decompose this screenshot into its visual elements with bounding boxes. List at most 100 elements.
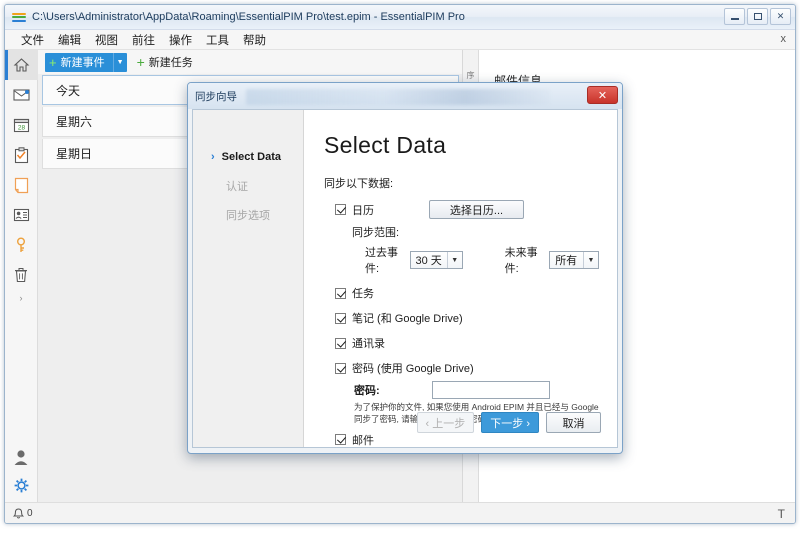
user-icon xyxy=(13,449,29,466)
dialog-heading: Select Data xyxy=(324,132,599,159)
rail-expand-icon[interactable]: › xyxy=(20,293,23,303)
checkbox-box-icon xyxy=(335,363,346,374)
checkbox-label: 任务 xyxy=(352,285,374,301)
past-events-value: 30 天 xyxy=(416,252,447,268)
dialog-body: › Select Data 认证 同步选项 Select Data 同步以下数据… xyxy=(192,109,618,448)
checkbox-label: 日历 xyxy=(352,202,374,218)
sync-wizard-dialog: 同步向导 ✕ › Select Data 认证 同步选项 Select Data… xyxy=(187,82,623,454)
password-input[interactable] xyxy=(432,381,550,399)
menu-item-help[interactable]: 帮助 xyxy=(236,30,273,50)
rail-item-tasks[interactable] xyxy=(5,140,38,170)
toolbar: + 新建事件 ▼ + 新建任务 xyxy=(38,50,462,74)
menubar-close-icon[interactable]: x xyxy=(781,33,787,45)
home-icon xyxy=(13,57,30,73)
checkbox-label: 通讯录 xyxy=(352,335,385,351)
notification-count: 0 xyxy=(27,508,33,519)
rail-item-settings[interactable] xyxy=(14,478,29,498)
checkbox-contacts[interactable]: 通讯录 xyxy=(335,335,599,351)
new-event-dropdown-icon[interactable]: ▼ xyxy=(113,53,127,72)
minimize-button[interactable] xyxy=(724,8,745,25)
calendar-icon: 28 xyxy=(13,117,30,133)
close-window-button[interactable]: ✕ xyxy=(770,8,791,25)
next-button[interactable]: 下一步 › xyxy=(481,412,539,433)
checkbox-label: 密码 (使用 Google Drive) xyxy=(352,360,474,376)
rail-item-mail[interactable] xyxy=(5,80,38,110)
checkbox-mail[interactable]: 邮件 xyxy=(335,432,599,448)
chevron-down-icon: ▼ xyxy=(583,252,598,268)
svg-text:28: 28 xyxy=(17,124,25,131)
status-bar: 0 T xyxy=(5,502,795,524)
window-controls: ✕ xyxy=(724,8,791,25)
past-events-label: 过去事件: xyxy=(365,244,405,276)
rail-item-trash[interactable] xyxy=(5,260,38,290)
dialog-title: 同步向导 xyxy=(195,89,237,104)
rail-item-user[interactable] xyxy=(13,449,29,471)
app-logo-icon xyxy=(12,12,26,23)
status-right-icon[interactable]: T xyxy=(778,507,784,521)
plus-icon: + xyxy=(137,55,145,69)
step-label: 认证 xyxy=(226,178,248,194)
tasks-icon xyxy=(14,147,29,164)
notification-status[interactable]: 0 xyxy=(13,508,33,520)
checkbox-box-icon xyxy=(335,313,346,324)
sync-range-label: 同步范围: xyxy=(352,224,599,240)
rail-item-passwords[interactable] xyxy=(5,230,38,260)
checkbox-passwords[interactable]: 密码 (使用 Google Drive) xyxy=(335,360,599,376)
menu-item-actions[interactable]: 操作 xyxy=(162,30,199,50)
title-bar: C:\Users\Administrator\AppData\Roaming\E… xyxy=(5,5,795,30)
application-window: C:\Users\Administrator\AppData\Roaming\E… xyxy=(4,4,796,524)
dialog-subtitle: 同步以下数据: xyxy=(324,175,599,191)
password-label: 密码: xyxy=(354,382,432,398)
contacts-icon xyxy=(13,208,30,222)
checkbox-label: 邮件 xyxy=(352,432,374,448)
plus-icon: + xyxy=(49,56,57,69)
sync-range-row: 过去事件: 30 天 ▼ 未来事件: 所有 ▼ xyxy=(365,244,599,276)
cancel-button[interactable]: 取消 xyxy=(546,412,601,433)
new-task-button[interactable]: + 新建任务 xyxy=(137,54,193,70)
future-events-value: 所有 xyxy=(555,252,583,268)
menu-item-view[interactable]: 视图 xyxy=(88,30,125,50)
chevron-right-icon: › xyxy=(211,151,215,163)
step-label: Select Data xyxy=(222,151,281,163)
password-row: 密码: xyxy=(354,381,599,399)
checkbox-box-icon xyxy=(335,288,346,299)
back-button: ‹ 上一步 xyxy=(417,412,475,433)
checkbox-box-icon xyxy=(335,434,346,445)
future-events-select[interactable]: 所有 ▼ xyxy=(549,251,599,269)
new-event-label: 新建事件 xyxy=(61,54,105,70)
step-authentication: 认证 xyxy=(193,171,303,200)
rail-item-notes[interactable] xyxy=(5,170,38,200)
future-events-label: 未来事件: xyxy=(505,244,545,276)
past-events-select[interactable]: 30 天 ▼ xyxy=(410,251,463,269)
choose-calendar-button[interactable]: 选择日历... xyxy=(429,200,524,219)
dialog-close-button[interactable]: ✕ xyxy=(587,86,618,104)
notes-icon xyxy=(14,177,29,194)
password-icon xyxy=(15,237,27,254)
checkbox-box-icon xyxy=(335,204,346,215)
menu-item-goto[interactable]: 前往 xyxy=(125,30,162,50)
checkbox-box-icon xyxy=(335,338,346,349)
step-sync-options: 同步选项 xyxy=(193,200,303,229)
new-event-button[interactable]: + 新建事件 ▼ xyxy=(45,53,127,72)
dialog-title-bar: 同步向导 ✕ xyxy=(188,83,622,109)
menu-item-file[interactable]: 文件 xyxy=(14,30,51,50)
maximize-button[interactable] xyxy=(747,8,768,25)
rail-item-home[interactable] xyxy=(5,50,38,80)
checkbox-calendar[interactable]: 日历 xyxy=(335,202,374,218)
bell-icon xyxy=(13,508,24,520)
rail-bottom-group xyxy=(5,449,37,498)
menu-item-tools[interactable]: 工具 xyxy=(199,30,236,50)
dialog-titlebar-blurred-area xyxy=(246,89,550,105)
menu-item-edit[interactable]: 编辑 xyxy=(51,30,88,50)
checkbox-notes[interactable]: 笔记 (和 Google Drive) xyxy=(335,310,599,326)
menu-bar: 文件 编辑 视图 前往 操作 工具 帮助 x xyxy=(5,30,795,50)
checkbox-label: 笔记 (和 Google Drive) xyxy=(352,310,463,326)
step-label: 同步选项 xyxy=(226,207,270,223)
dialog-content: Select Data 同步以下数据: 日历 选择日历... 同步范围: 过去事… xyxy=(304,110,617,447)
settings-gear-icon xyxy=(14,478,29,493)
step-select-data[interactable]: › Select Data xyxy=(193,142,303,171)
rail-item-calendar[interactable]: 28 xyxy=(5,110,38,140)
window-title: C:\Users\Administrator\AppData\Roaming\E… xyxy=(32,11,465,23)
checkbox-tasks[interactable]: 任务 xyxy=(335,285,599,301)
rail-item-contacts[interactable] xyxy=(5,200,38,230)
